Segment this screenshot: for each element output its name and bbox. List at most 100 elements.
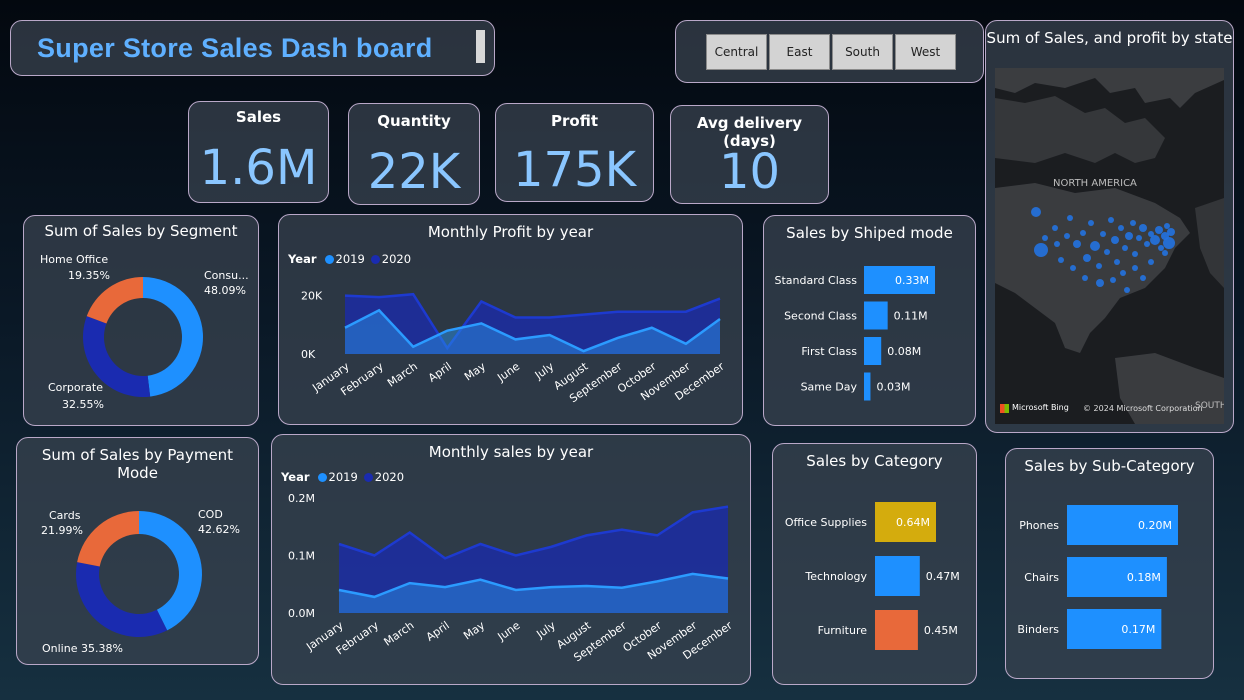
bar[interactable] <box>875 556 920 596</box>
x-tick-label: July <box>532 360 557 383</box>
bing-logo <box>1000 404 1009 413</box>
kpi-delivery: Avg delivery (days) 10 <box>670 105 829 204</box>
state-bubble[interactable] <box>1164 223 1170 229</box>
profit-card: Monthly Profit by year Year 2019 2020 0K 20… <box>278 214 743 425</box>
donut-slice-cards[interactable] <box>77 511 139 567</box>
state-bubble[interactable] <box>1136 235 1142 241</box>
payment-card: Sum of Sales by Payment Mode Cards 21.99… <box>16 437 259 665</box>
region-button-west[interactable]: West <box>895 34 956 70</box>
payment-value-online: 35.38% <box>81 642 123 655</box>
state-bubble[interactable] <box>1162 250 1168 256</box>
state-bubble[interactable] <box>1108 217 1114 223</box>
state-bubble[interactable] <box>1125 232 1133 240</box>
donut-slice-online[interactable] <box>76 562 168 637</box>
bar-value-label: 0.08M <box>887 345 921 358</box>
donut-slice-cod[interactable] <box>139 511 202 631</box>
x-tick-label: May <box>462 360 488 384</box>
y-tick-label: 0.2M <box>288 492 315 505</box>
state-bubble[interactable] <box>1167 228 1175 236</box>
region-button-central[interactable]: Central <box>706 34 767 70</box>
bar-category-label: Binders <box>1017 623 1059 636</box>
region-button-south[interactable]: South <box>832 34 893 70</box>
state-bubble[interactable] <box>1031 207 1041 217</box>
state-bubble[interactable] <box>1132 265 1138 271</box>
state-bubble[interactable] <box>1082 275 1088 281</box>
payment-label-cod: COD <box>198 508 223 521</box>
segment-chart: Home Office 19.35% Consu... 48.09% Corpo… <box>40 253 249 411</box>
state-bubble[interactable] <box>1080 230 1086 236</box>
state-bubble[interactable] <box>1163 237 1175 249</box>
state-bubble[interactable] <box>1070 265 1076 271</box>
sales-area-chart: 0.0M0.1M0.2MJanuaryFebruary March April May… <box>288 492 735 664</box>
bar-value-label: 0.33M <box>895 274 929 287</box>
bar-value-label: 0.18M <box>1127 571 1161 584</box>
state-bubble[interactable] <box>1052 225 1058 231</box>
state-bubble[interactable] <box>1034 243 1048 257</box>
x-tick-label: April <box>426 360 454 385</box>
bar-category-label: Chairs <box>1024 571 1059 584</box>
bar[interactable] <box>864 301 888 330</box>
kpi-quantity-label: Quantity <box>377 112 451 130</box>
state-bubble[interactable] <box>1132 251 1138 257</box>
state-bubble[interactable] <box>1100 231 1106 237</box>
state-bubble[interactable] <box>1155 226 1163 234</box>
state-bubble[interactable] <box>1042 235 1048 241</box>
kpi-profit-label: Profit <box>551 112 598 130</box>
bar-category-label: Phones <box>1019 519 1059 532</box>
bing-label: Microsoft Bing <box>1012 403 1069 412</box>
state-bubble[interactable] <box>1083 254 1091 262</box>
bar-value-label: 0.20M <box>1138 519 1172 532</box>
ship-mode-card: Sales by Shiped mode Standard Class 0.33M… <box>763 215 976 426</box>
bar-value-label: 0.11M <box>894 310 928 323</box>
y-tick-label: 0K <box>301 348 316 361</box>
state-bubble[interactable] <box>1064 233 1070 239</box>
bar-value-label: 0.17M <box>1121 623 1155 636</box>
donut-slice-home-office[interactable] <box>86 277 143 324</box>
payment-value-cod: 42.62% <box>198 523 240 536</box>
segment-label-corporate: Corporate <box>48 381 103 394</box>
title-bar <box>476 30 485 63</box>
state-bubble[interactable] <box>1118 225 1124 231</box>
state-bubble[interactable] <box>1122 245 1128 251</box>
bar-category-label: Office Supplies <box>785 516 867 529</box>
state-bubble[interactable] <box>1054 241 1060 247</box>
bar-category-label: Same Day <box>801 381 858 394</box>
bar[interactable] <box>864 337 882 365</box>
payment-label-cards: Cards <box>49 509 81 522</box>
state-bubble[interactable] <box>1140 275 1146 281</box>
y-tick-label: 0.1M <box>288 550 315 563</box>
state-bubble[interactable] <box>1073 240 1081 248</box>
state-bubble[interactable] <box>1110 277 1116 283</box>
state-bubble[interactable] <box>1096 279 1104 287</box>
state-bubble[interactable] <box>1130 220 1136 226</box>
state-bubble[interactable] <box>1096 263 1102 269</box>
state-bubble[interactable] <box>1124 287 1130 293</box>
x-tick-label: July <box>533 619 558 642</box>
state-bubble[interactable] <box>1120 270 1126 276</box>
state-bubble[interactable] <box>1114 259 1120 265</box>
x-tick-label: June <box>494 360 522 385</box>
state-bubble[interactable] <box>1150 235 1160 245</box>
north-america-shape <box>995 183 1190 353</box>
x-tick-label: June <box>495 619 523 644</box>
state-bubble[interactable] <box>1158 245 1164 251</box>
state-bubble[interactable] <box>1144 241 1150 247</box>
map-area[interactable]: NORTH AMERICA SOUTH Microsoft Bing © 202… <box>995 68 1224 424</box>
kpi-quantity-value: 22K <box>367 144 461 200</box>
state-bubble[interactable] <box>1058 257 1064 263</box>
state-bubble[interactable] <box>1111 236 1119 244</box>
x-tick-label: April <box>424 619 452 644</box>
map-copyright: © 2024 Microsoft Corporation <box>1083 404 1203 413</box>
state-bubble[interactable] <box>1088 220 1094 226</box>
bar[interactable] <box>864 372 871 401</box>
donut-slice-consu-[interactable] <box>143 277 204 397</box>
state-bubble[interactable] <box>1148 259 1154 265</box>
state-bubble[interactable] <box>1104 249 1110 255</box>
state-bubble[interactable] <box>1067 215 1073 221</box>
bar[interactable] <box>875 610 918 650</box>
region-button-east[interactable]: East <box>769 34 830 70</box>
bar-value-label: 0.03M <box>876 381 910 394</box>
state-bubble[interactable] <box>1090 241 1100 251</box>
kpi-profit-value: 175K <box>512 142 637 198</box>
state-bubble[interactable] <box>1139 224 1147 232</box>
